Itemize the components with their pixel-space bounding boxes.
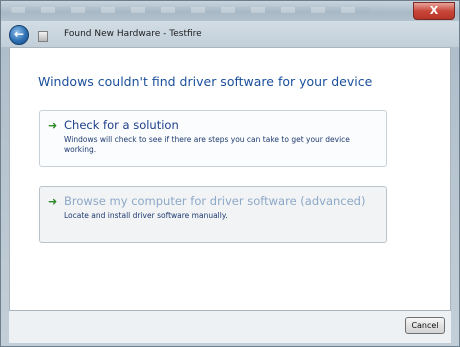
green-arrow-icon: ➜: [48, 195, 58, 208]
title-bar[interactable]: X: [1, 1, 459, 21]
close-button[interactable]: X: [413, 2, 455, 20]
button-bar: Cancel: [9, 311, 451, 343]
window-title: Found New Hardware - Testfire: [64, 29, 202, 39]
browse-computer-option[interactable]: ➜ Browse my computer for driver software…: [39, 186, 387, 243]
option-description: Locate and install driver software manua…: [64, 211, 228, 220]
back-button[interactable]: ←: [9, 25, 29, 45]
option-title: Browse my computer for driver software (…: [64, 194, 366, 208]
green-arrow-icon: ➜: [48, 119, 58, 132]
wizard-window: X ← Found New Hardware - Testfire Window…: [0, 0, 460, 347]
hardware-icon: [38, 31, 48, 42]
content-panel: Windows couldn't find driver software fo…: [9, 47, 451, 311]
option-title: Check for a solution: [64, 118, 179, 132]
option-description: Windows will check to see if there are s…: [64, 135, 350, 154]
cancel-button[interactable]: Cancel: [405, 317, 445, 334]
navigation-bar: ← Found New Hardware - Testfire: [1, 21, 459, 47]
close-icon: X: [429, 4, 439, 17]
back-arrow-icon: ←: [13, 27, 25, 41]
page-heading: Windows couldn't find driver software fo…: [38, 74, 373, 89]
check-solution-option[interactable]: ➜ Check for a solution Windows will chec…: [39, 110, 387, 167]
